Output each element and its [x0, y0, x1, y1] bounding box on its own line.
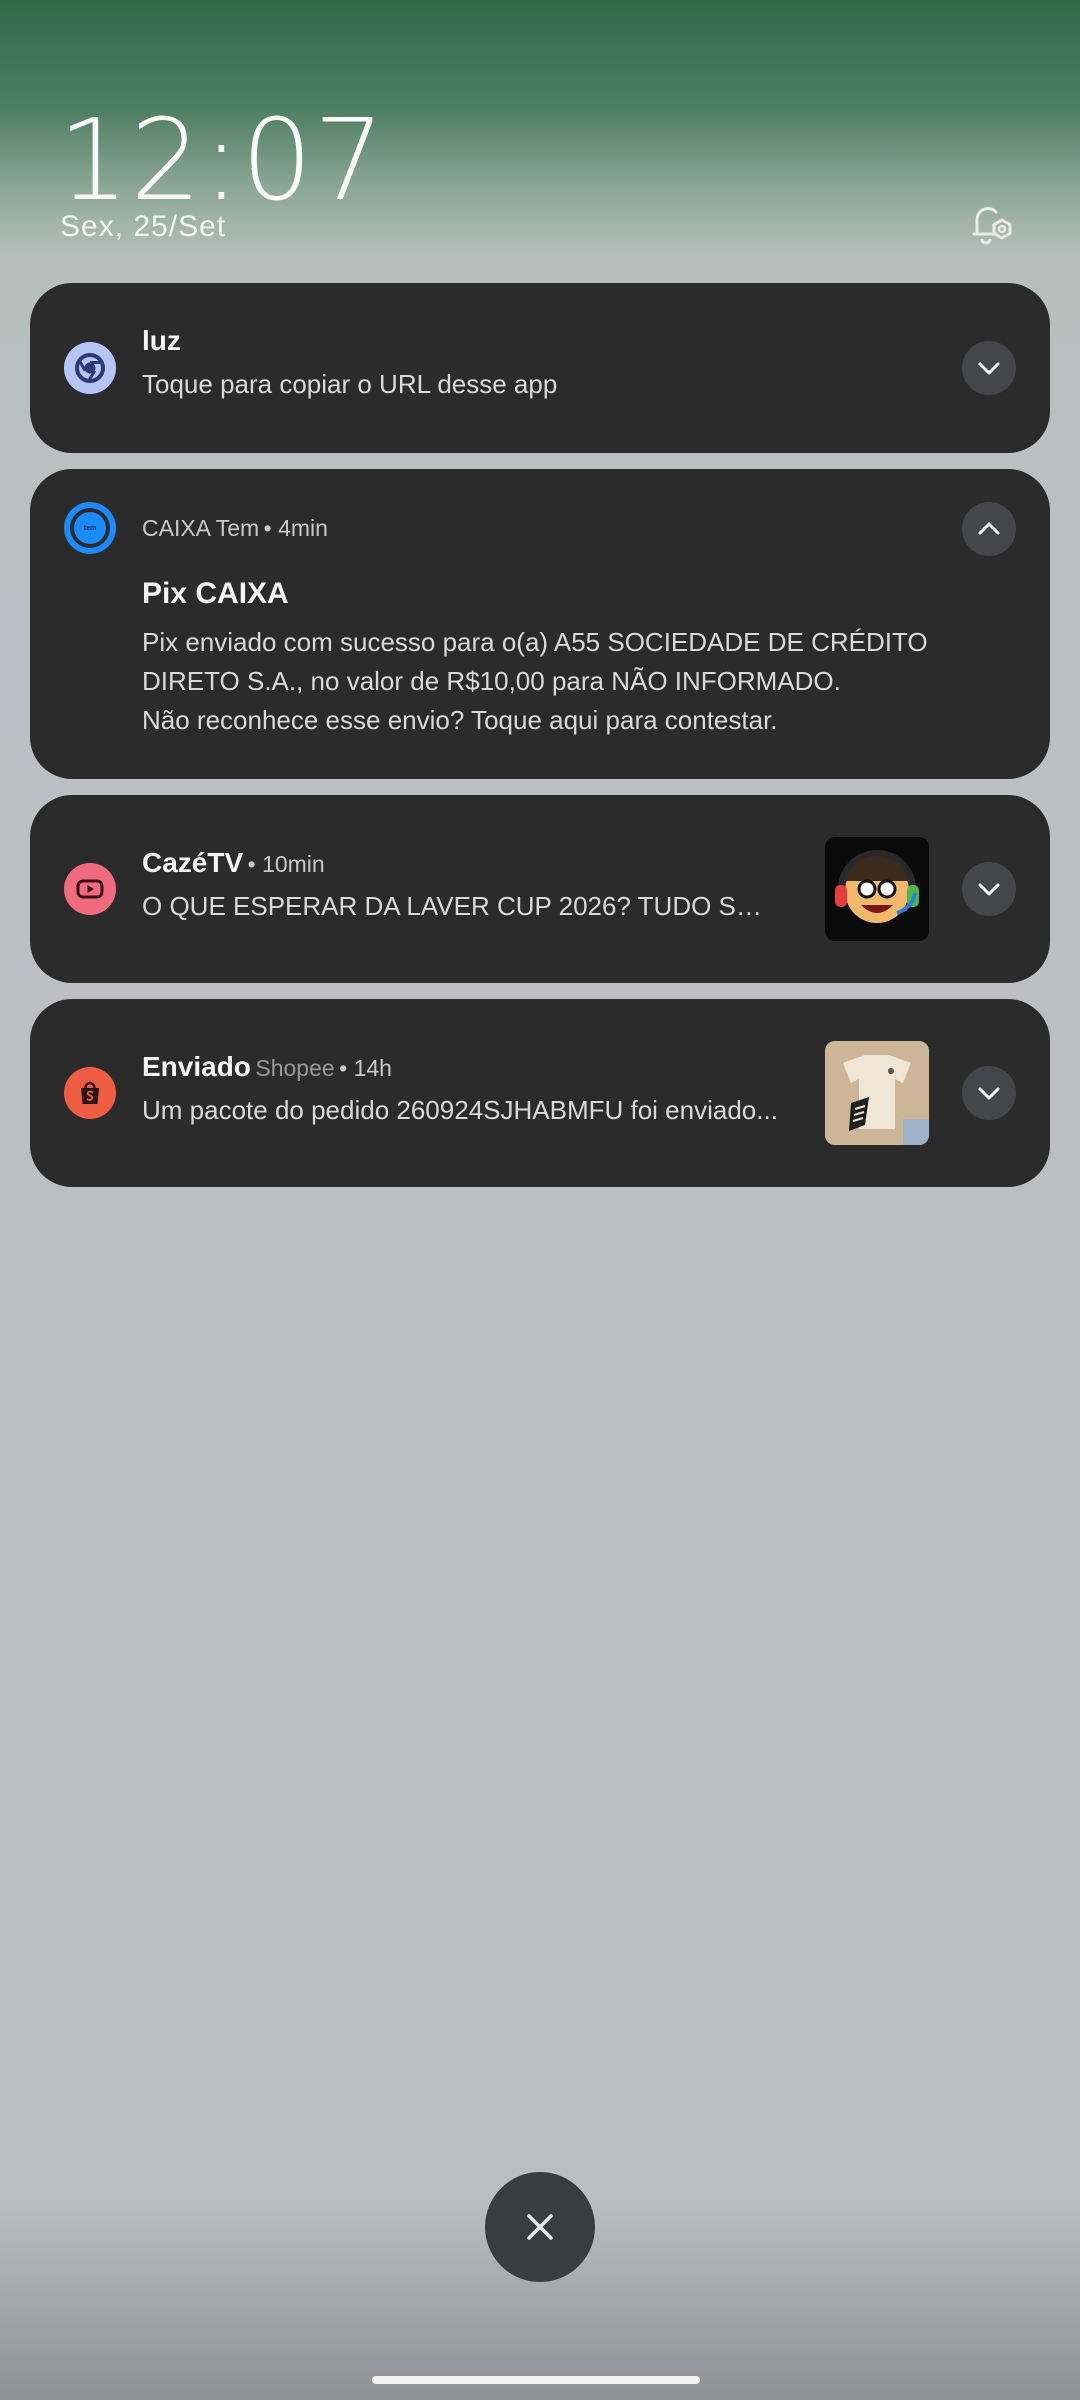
close-icon: [527, 2214, 553, 2240]
notification-title: Enviado: [142, 1051, 251, 1082]
clock-time: 12:07: [58, 96, 386, 226]
notification-luz[interactable]: luz Toque para copiar o URL desse app: [30, 283, 1050, 453]
notification-time: 10min: [262, 851, 325, 877]
home-gesture-bar[interactable]: [372, 2376, 700, 2384]
notification-text: O QUE ESPERAR DA LAVER CUP 2026? TUDO SO…: [142, 891, 782, 921]
collapse-button[interactable]: [962, 502, 1016, 556]
chrome-icon: [64, 342, 116, 394]
notification-title: Pix CAIXA: [142, 577, 289, 610]
notification-caixa-tem[interactable]: tem CAIXA Tem • 4min Pix CAIXA Pix envia…: [30, 469, 1050, 779]
notification-line-3: Não reconhece esse envio? Toque aqui par…: [142, 705, 778, 735]
notification-cazetv[interactable]: CazéTV • 10min O QUE ESPERAR DA LAVER CU…: [30, 795, 1050, 983]
notification-text: Um pacote do pedido 260924SJHABMFU foi e…: [142, 1095, 778, 1125]
separator-dot: •: [247, 851, 263, 877]
notification-title: luz: [142, 325, 181, 356]
expand-button[interactable]: [962, 1066, 1016, 1120]
notification-settings-icon[interactable]: [964, 196, 1018, 250]
clock-date: Sex, 25/Set: [60, 210, 227, 243]
video-thumbnail: [825, 837, 929, 941]
notification-text: Toque para copiar o URL desse app: [142, 369, 558, 399]
notification-time: 14h: [353, 1055, 392, 1081]
chevron-up-icon: [978, 522, 1000, 535]
notification-shopee[interactable]: Enviado Shopee • 14h Um pacote do pedido…: [30, 999, 1050, 1187]
notification-line-1: Pix enviado com sucesso para o(a) A55 SO…: [142, 627, 928, 657]
caixa-tem-icon: tem: [64, 502, 116, 554]
notification-line-2: DIRETO S.A., no valor de R$10,00 para NÃ…: [142, 666, 841, 696]
youtube-icon: [64, 863, 116, 915]
separator-dot: •: [339, 1055, 354, 1081]
app-name: CAIXA Tem: [142, 515, 260, 541]
chevron-down-icon: [978, 1087, 1000, 1100]
notification-title: CazéTV: [142, 847, 244, 878]
shopee-icon: [64, 1067, 116, 1119]
separator-dot: •: [263, 515, 279, 541]
clear-all-button[interactable]: [485, 2172, 595, 2282]
product-thumbnail: [825, 1041, 929, 1145]
chevron-down-icon: [978, 883, 1000, 896]
app-name: Shopee: [255, 1055, 335, 1081]
expand-button[interactable]: [962, 341, 1016, 395]
notification-time: 4min: [278, 515, 328, 541]
chevron-down-icon: [978, 362, 1000, 375]
expand-button[interactable]: [962, 862, 1016, 916]
